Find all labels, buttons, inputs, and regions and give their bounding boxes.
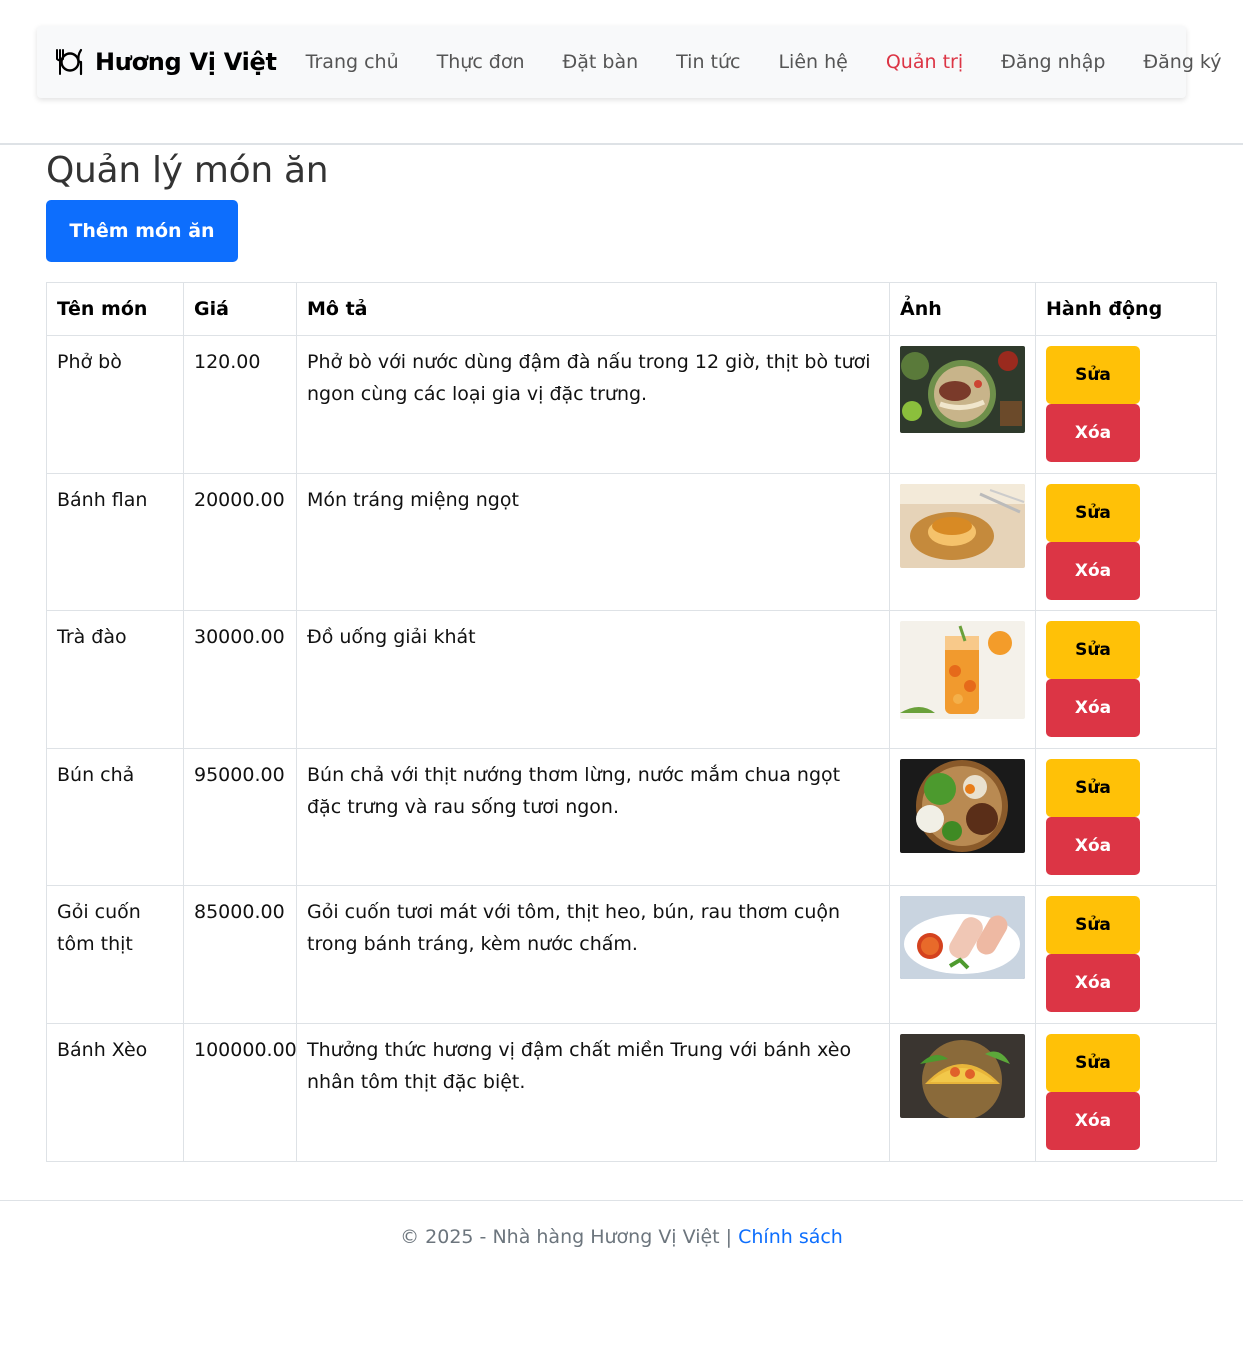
- dish-actions: Sửa Xóa: [1035, 747, 1217, 887]
- dish-image-cell: [889, 472, 1036, 612]
- dishes-table: Tên món Giá Mô tả Ảnh Hành động Phở bò 12…: [46, 282, 1217, 1162]
- nav-link-2[interactable]: Đặt bàn: [544, 51, 658, 73]
- footer-text: © 2025 - Nhà hàng Hương Vị Việt |: [400, 1226, 739, 1248]
- nav-link-1[interactable]: Thực đơn: [418, 51, 544, 73]
- plate-cutlery-icon: [55, 47, 85, 77]
- dish-name: Bún chả: [46, 747, 184, 887]
- table-row: Bún chả 95000.00 Bún chả với thịt nướng th…: [46, 747, 1217, 887]
- edit-button[interactable]: Sửa: [1046, 896, 1140, 955]
- nav-links: Trang chủ Thực đơn Đặt bàn Tin tức Liên hệ Qu…: [287, 51, 1241, 73]
- delete-button[interactable]: Xóa: [1046, 404, 1140, 462]
- table-row: Bánh Xèo 100000.00 Thưởng thức hương vị đậ…: [46, 1022, 1217, 1162]
- banh-xeo-photo: [900, 1033, 1025, 1118]
- edit-button[interactable]: Sửa: [1046, 1033, 1140, 1092]
- dish-image-cell: [889, 885, 1036, 1024]
- dish-price: 120.00: [183, 335, 297, 474]
- banh-flan-photo: [900, 483, 1025, 568]
- dish-name: Phở bò: [46, 335, 184, 474]
- dish-image-cell: [889, 747, 1036, 887]
- dish-description: Món tráng miệng ngọt: [296, 472, 890, 612]
- add-dish-button[interactable]: Thêm món ăn: [46, 200, 238, 262]
- dish-description: Phở bò với nước dùng đậm đà nấu trong 12…: [296, 335, 890, 474]
- dish-price: 85000.00: [183, 885, 297, 1024]
- dish-price: 95000.00: [183, 747, 297, 887]
- edit-button[interactable]: Sửa: [1046, 483, 1140, 542]
- dish-name: Trà đào: [46, 610, 184, 749]
- goi-cuon-photo: [900, 896, 1025, 980]
- footer-divider: [0, 1200, 1243, 1201]
- edit-button[interactable]: Sửa: [1046, 621, 1140, 680]
- dish-actions: Sửa Xóa: [1035, 472, 1217, 612]
- header-divider: [0, 143, 1243, 145]
- page-title: Quản lý món ăn: [46, 150, 329, 191]
- dish-price: 20000.00: [183, 472, 297, 612]
- dish-name: Gỏi cuốn tôm thịt: [46, 885, 184, 1024]
- table-row: Bánh flan 20000.00 Món tráng miệng ngọt Sửa…: [46, 472, 1217, 612]
- dish-description: Thưởng thức hương vị đậm chất miền Trung…: [296, 1022, 890, 1162]
- header-image: Ảnh: [889, 282, 1036, 336]
- nav-link-5[interactable]: Quản trị: [867, 51, 982, 73]
- header-name: Tên món: [46, 282, 184, 336]
- header-description: Mô tả: [296, 282, 890, 336]
- dish-actions: Sửa Xóa: [1035, 610, 1217, 749]
- delete-button[interactable]: Xóa: [1046, 1091, 1140, 1150]
- edit-button[interactable]: Sửa: [1046, 758, 1140, 817]
- dish-image-cell: [889, 610, 1036, 749]
- nav-link-6[interactable]: Đăng nhập: [982, 51, 1124, 73]
- table-row: Phở bò 120.00 Phở bò với nước dùng đậm đà …: [46, 335, 1217, 474]
- navbar: Hương Vị Việt Trang chủ Thực đơn Đặt bàn Ti…: [37, 26, 1221, 98]
- dish-image-cell: [889, 335, 1036, 474]
- dish-actions: Sửa Xóa: [1035, 335, 1217, 474]
- dish-image-cell: [889, 1022, 1036, 1162]
- brand-text: Hương Vị Việt: [95, 48, 277, 76]
- table-row: Gỏi cuốn tôm thịt 85000.00 Gỏi cuốn tươi m…: [46, 885, 1217, 1024]
- dish-description: Gỏi cuốn tươi mát với tôm, thịt heo, bún…: [296, 885, 890, 1024]
- delete-button[interactable]: Xóa: [1046, 541, 1140, 600]
- bun-cha-photo: [900, 758, 1025, 853]
- brand[interactable]: Hương Vị Việt: [55, 47, 277, 77]
- dish-name: Bánh Xèo: [46, 1022, 184, 1162]
- tra-dao-photo: [900, 621, 1025, 720]
- delete-button[interactable]: Xóa: [1046, 816, 1140, 875]
- policy-link[interactable]: Chính sách: [738, 1226, 843, 1248]
- dish-price: 30000.00: [183, 610, 297, 749]
- nav-link-7[interactable]: Đăng ký: [1124, 51, 1240, 73]
- table-row: Trà đào 30000.00 Đồ uống giải khát Sửa Xóa: [46, 610, 1217, 749]
- nav-link-4[interactable]: Liên hệ: [759, 51, 866, 73]
- dish-description: Đồ uống giải khát: [296, 610, 890, 749]
- nav-link-3[interactable]: Tin tức: [657, 51, 759, 73]
- header-price: Giá: [183, 282, 297, 336]
- table-header-row: Tên món Giá Mô tả Ảnh Hành động: [46, 282, 1217, 336]
- edit-button[interactable]: Sửa: [1046, 346, 1140, 404]
- dish-name: Bánh flan: [46, 472, 184, 612]
- header-actions: Hành động: [1035, 282, 1217, 336]
- dish-actions: Sửa Xóa: [1035, 1022, 1217, 1162]
- pho-bo-photo: [900, 346, 1025, 433]
- nav-link-0[interactable]: Trang chủ: [287, 51, 418, 73]
- dish-price: 100000.00: [183, 1022, 297, 1162]
- delete-button[interactable]: Xóa: [1046, 679, 1140, 738]
- footer: © 2025 - Nhà hàng Hương Vị Việt | Chính …: [0, 1226, 1243, 1248]
- dish-description: Bún chả với thịt nướng thơm lừng, nước m…: [296, 747, 890, 887]
- dish-actions: Sửa Xóa: [1035, 885, 1217, 1024]
- delete-button[interactable]: Xóa: [1046, 954, 1140, 1013]
